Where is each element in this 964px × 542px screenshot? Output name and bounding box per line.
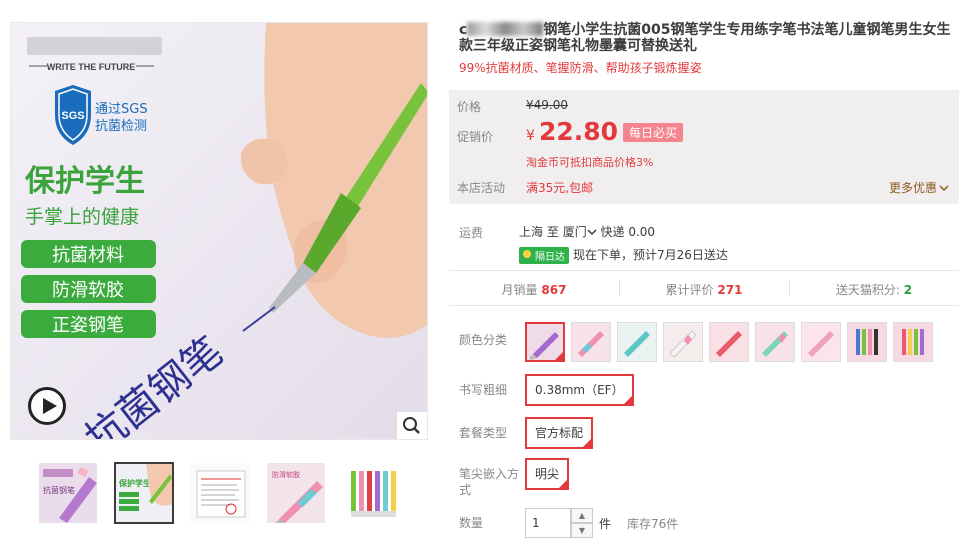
ship-destination-select[interactable]: 厦门 [563, 225, 597, 239]
stock-count: 库存76件 [627, 517, 679, 531]
selected-check-icon [622, 395, 633, 405]
next-day-badge: 隔日达 [519, 247, 569, 264]
color-swatch-9[interactable] [893, 322, 933, 362]
sgs-label: SGS [61, 110, 84, 122]
svg-text:防滑软胶: 防滑软胶 [272, 470, 300, 479]
chevron-down-icon [939, 185, 949, 192]
shipping-route: 上海 至 厦门 快递 0.00 [519, 223, 655, 240]
color-swatch-5[interactable] [709, 322, 749, 362]
thumbnail-strip: 抗菌钢笔 保护学生 防滑软胶 [38, 462, 402, 524]
more-offers-label: 更多优惠 [889, 181, 938, 195]
ship-destination: 厦门 [562, 225, 587, 239]
size-option-label: 书写粗细 [459, 383, 508, 397]
color-option-label: 颜色分类 [459, 333, 508, 347]
feature-3: 正姿钢笔 [52, 315, 124, 336]
thumbnail-4[interactable]: 防滑软胶 [266, 462, 326, 524]
nib-option-value: 明尖 [535, 467, 560, 481]
chevron-down-icon [587, 229, 597, 236]
product-subtitle: 99%抗菌材质、笔握防滑、帮助孩子锻炼握姿 [459, 61, 702, 75]
total-reviews[interactable]: 累计评价 271 [619, 281, 789, 298]
more-offers-button[interactable]: 更多优惠 [889, 179, 949, 196]
promo-price-label: 促销价 [457, 130, 494, 144]
color-swatch-2[interactable] [571, 322, 611, 362]
svg-text:抗菌钢笔: 抗菌钢笔 [43, 485, 75, 495]
price-box: 价格 ¥49.00 促销价 ¥ 22.80 每日必买 淘金币可抵扣商品价格3% … [449, 90, 959, 204]
main-product-image[interactable]: WRITE THE FUTURE SGS 通过SGS 抗菌检测 保护学生 手掌上… [10, 22, 428, 440]
shipping-label: 运费 [459, 226, 484, 240]
orig-price: ¥49.00 [526, 98, 568, 112]
color-swatch-1[interactable] [525, 322, 565, 362]
store-promo-value: 满35元,包邮 [526, 181, 594, 195]
ship-method: 快递 0.00 [600, 225, 656, 239]
subheadline: 手掌上的健康 [25, 206, 139, 228]
daily-deal-badge[interactable]: 每日必买 [623, 123, 684, 142]
quantity-input[interactable] [525, 508, 571, 538]
brand-tagline: WRITE THE FUTURE [47, 62, 136, 72]
play-video-icon[interactable] [28, 387, 66, 425]
quantity-unit: 件 [599, 517, 612, 531]
color-swatch-7[interactable] [801, 322, 841, 362]
sgs-line-1: 通过SGS [95, 102, 148, 117]
store-promo-label: 本店活动 [457, 181, 506, 195]
ship-to-word: 至 [546, 225, 559, 239]
feature-1: 抗菌材料 [52, 245, 124, 266]
tmall-points: 送天猫积分: 2 [835, 283, 913, 297]
quantity-decrease-button[interactable]: ▼ [571, 523, 593, 538]
blurred-brand [467, 22, 544, 36]
thumbnail-2-selected[interactable]: 保护学生 [114, 462, 174, 524]
thumbnail-3[interactable] [190, 462, 250, 524]
package-option-value: 官方标配 [535, 426, 584, 440]
color-swatch-8[interactable] [847, 322, 887, 362]
nib-option-button[interactable]: 明尖 [525, 458, 570, 490]
selected-check-icon [554, 351, 563, 360]
thumbnail-1[interactable]: 抗菌钢笔 [38, 462, 98, 524]
color-swatch-4[interactable] [663, 322, 703, 362]
title-prefix: c [459, 22, 468, 38]
currency-symbol: ¥ [526, 128, 535, 144]
selected-check-icon [558, 479, 569, 489]
package-option-label: 套餐类型 [459, 426, 508, 440]
color-swatch-3[interactable] [617, 322, 657, 362]
delivery-eta: 现在下单，预计7月26日送达 [573, 248, 728, 262]
quantity-increase-button[interactable]: ▲ [571, 508, 593, 523]
svg-text:保护学生: 保护学生 [118, 478, 151, 488]
current-price: 22.80 [539, 117, 619, 146]
sgs-line-2: 抗菌检测 [95, 119, 147, 134]
headline: 保护学生 [25, 164, 145, 199]
selected-check-icon [582, 438, 593, 448]
color-swatch-6[interactable] [755, 322, 795, 362]
orig-price-label: 价格 [457, 100, 482, 114]
package-option-button[interactable]: 官方标配 [525, 417, 594, 449]
stats-bar: 月销量 867 累计评价 271 送天猫积分: 2 [449, 270, 959, 306]
quantity-label: 数量 [459, 516, 484, 530]
product-title: c 钢笔小学生抗菌005钢笔学生专用练字笔书法笔儿童钢笔男生女生款三年级正姿钢笔礼… [459, 22, 959, 54]
size-option-value: 0.38mm（EF） [535, 383, 624, 397]
thumbnail-5[interactable] [342, 462, 402, 524]
zoom-icon[interactable] [396, 411, 427, 439]
feature-2: 防滑软胶 [52, 280, 124, 301]
monthly-sales: 月销量 867 [501, 283, 567, 297]
ship-from: 上海 [519, 225, 544, 239]
nib-option-label: 笔尖嵌入方式 [459, 467, 520, 497]
coin-discount-note[interactable]: 淘金币可抵扣商品价格3% [526, 154, 653, 170]
size-option-button[interactable]: 0.38mm（EF） [525, 374, 634, 406]
